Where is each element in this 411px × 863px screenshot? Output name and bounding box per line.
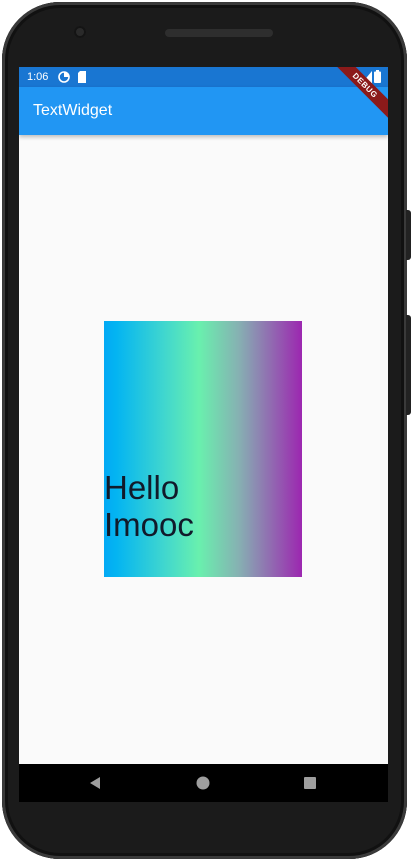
gradient-text-container: Hello Imooc (104, 321, 302, 577)
back-icon[interactable] (87, 775, 103, 791)
navigation-bar (19, 764, 388, 802)
recents-icon[interactable] (302, 775, 318, 791)
volume-button (406, 315, 411, 415)
home-icon[interactable] (195, 775, 211, 791)
status-bar: 1:06 (19, 67, 388, 87)
power-button (406, 210, 411, 260)
data-saver-icon (58, 71, 70, 86)
hello-imooc-text: Hello Imooc (104, 469, 194, 543)
sd-card-icon (77, 71, 87, 86)
app-bar: TextWidget (19, 87, 388, 135)
earpiece-speaker (165, 29, 273, 37)
battery-icon (374, 70, 381, 86)
app-title: TextWidget (33, 102, 113, 119)
phone-frame: 1:06 TextWidget DEBUG Hello Imooc (0, 0, 411, 863)
screen: 1:06 TextWidget DEBUG Hello Imooc (19, 67, 388, 797)
status-time: 1:06 (27, 71, 49, 83)
front-camera (74, 26, 86, 38)
